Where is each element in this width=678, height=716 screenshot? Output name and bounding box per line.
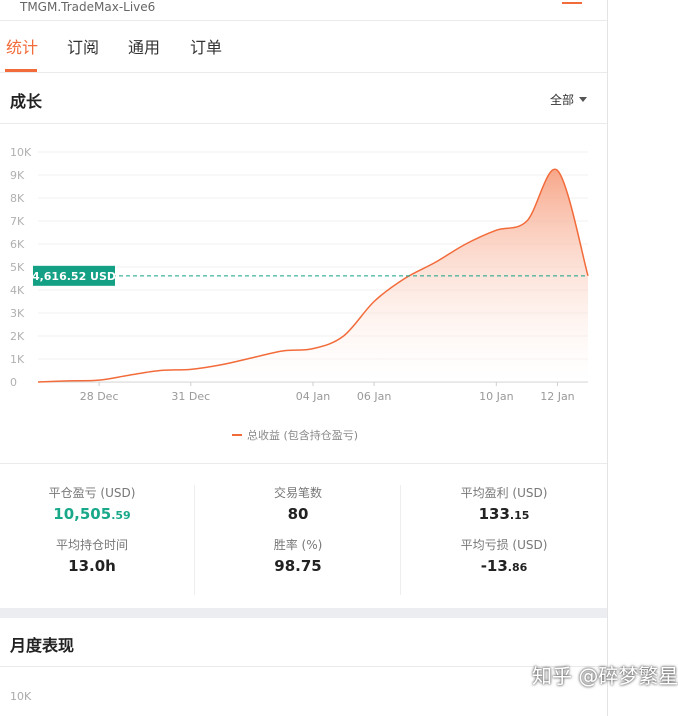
stat-value: 13.0h — [68, 557, 116, 575]
x-tick-label: 10 Jan — [479, 390, 513, 403]
y-tick-label: 5K — [10, 261, 25, 274]
y-tick-label: 0 — [10, 376, 17, 389]
tab-subscribe[interactable]: 订阅 — [67, 38, 99, 58]
stat-trades: 交易笔数 80 — [198, 485, 398, 525]
stats-divider — [0, 463, 607, 464]
stat-label: 平均盈利 (USD) — [460, 486, 548, 500]
stats-grid: 平仓盈亏 (USD) 10,505.59 交易笔数 80 平均盈利 (USD) … — [0, 475, 607, 600]
stat-label: 平均亏损 (USD) — [460, 538, 548, 552]
stat-label: 胜率 (%) — [273, 538, 323, 552]
x-tick-label: 31 Dec — [171, 390, 210, 403]
stat-closed-pnl: 平仓盈亏 (USD) 10,505.59 — [0, 485, 192, 527]
monthly-y-tick: 10K — [10, 690, 32, 703]
tab-stats[interactable]: 统计 — [6, 38, 38, 58]
stat-value: 133.15 — [478, 505, 530, 523]
y-tick-label: 9K — [10, 169, 25, 182]
tab-bar: 统计 订阅 通用 订单 — [0, 20, 607, 73]
y-tick-label: 2K — [10, 330, 25, 343]
watermark: 知乎 @碎梦繁星 — [532, 664, 678, 688]
stat-value: -13.86 — [480, 557, 528, 575]
section-gap — [0, 608, 607, 618]
monthly-header: 月度表现 — [0, 618, 607, 667]
active-tab-indicator — [5, 69, 37, 72]
range-dropdown[interactable]: 全部 — [550, 91, 588, 108]
account-name: TMGM.TradeMax-Live6 — [20, 0, 156, 14]
y-tick-label: 8K — [10, 192, 25, 205]
column-separator — [400, 485, 401, 595]
y-tick-label: 1K — [10, 353, 25, 366]
column-separator — [194, 485, 195, 595]
menu-icon[interactable] — [562, 0, 582, 6]
stat-value: 10,505.59 — [53, 505, 131, 523]
stat-avg-profit: 平均盈利 (USD) 133.15 — [404, 485, 604, 527]
stat-label: 平仓盈亏 (USD) — [48, 486, 136, 500]
trading-panel: TMGM.TradeMax-Live6 统计 订阅 通用 订单 成长 全部 0 1… — [0, 0, 608, 716]
growth-title: 成长 — [10, 92, 43, 111]
y-tick-label: 6K — [10, 238, 25, 251]
stat-win-rate: 胜率 (%) 98.75 — [198, 537, 398, 577]
stat-label: 平均持仓时间 — [55, 538, 128, 552]
current-value-label: 4,616.52 USD — [32, 270, 116, 283]
tab-orders[interactable]: 订单 — [190, 38, 222, 58]
y-tick-label: 3K — [10, 307, 25, 320]
caret-down-icon — [579, 97, 588, 102]
stat-value: 80 — [287, 505, 309, 523]
y-tick-label: 4K — [10, 284, 25, 297]
x-tick-label: 04 Jan — [296, 390, 330, 403]
y-tick-label: 7K — [10, 215, 25, 228]
x-tick-label: 12 Jan — [540, 390, 574, 403]
range-value: 全部 — [550, 93, 575, 107]
y-tick-label: 10K — [10, 146, 32, 159]
growth-chart: 0 1K 2K 3K 4K 5K 6K 7K 8K 9K 10K 28 Dec 31 Dec 04 Jan… — [10, 146, 589, 442]
monthly-title: 月度表现 — [10, 636, 75, 655]
stat-avg-hold: 平均持仓时间 13.0h — [0, 537, 192, 577]
x-tick-label: 06 Jan — [357, 390, 391, 403]
stat-avg-loss: 平均亏损 (USD) -13.86 — [404, 537, 604, 579]
stat-label: 交易笔数 — [273, 486, 322, 500]
stat-value: 98.75 — [274, 557, 322, 575]
account-bar: TMGM.TradeMax-Live6 — [0, 0, 607, 21]
growth-header: 成长 全部 — [0, 73, 607, 124]
legend-label[interactable]: 总收益 (包含持仓盈亏) — [247, 428, 358, 442]
tab-general[interactable]: 通用 — [128, 38, 160, 58]
x-tick-label: 28 Dec — [80, 390, 119, 403]
